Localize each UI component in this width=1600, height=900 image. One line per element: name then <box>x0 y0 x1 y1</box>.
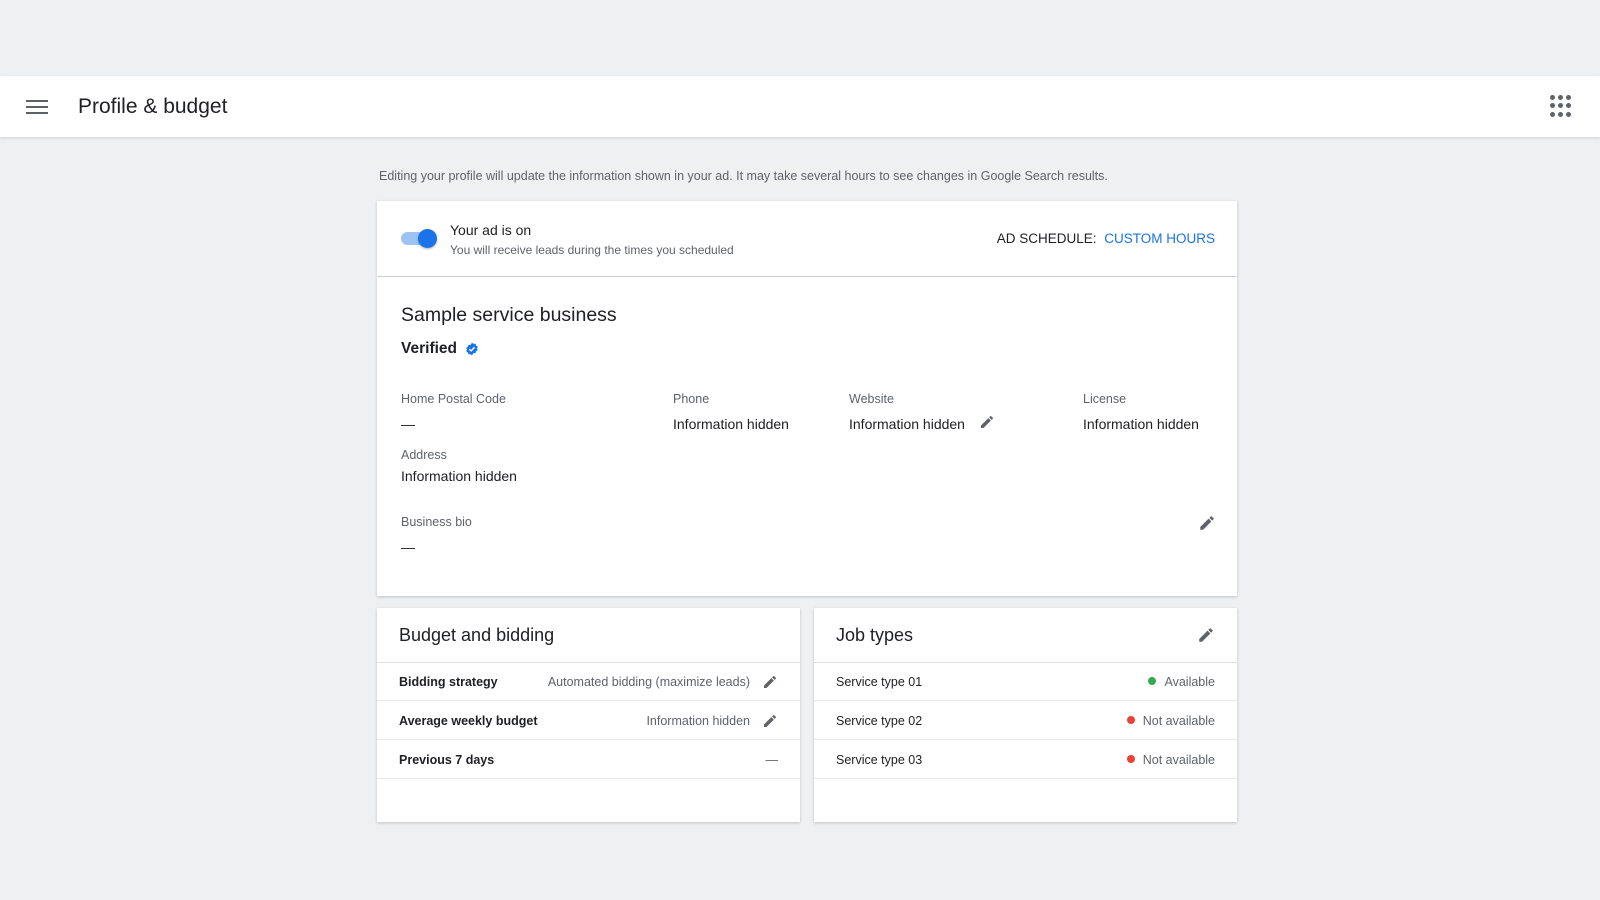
bidding-strategy-row: Bidding strategy Automated bidding (maxi… <box>377 663 800 701</box>
job-type-row: Service type 01 Available <box>814 663 1237 701</box>
verified-badge-icon <box>466 342 478 356</box>
bidding-strategy-value: Automated bidding (maximize leads) <box>547 675 750 689</box>
job-type-label: Service type 03 <box>836 753 923 767</box>
address-label: Address <box>401 448 447 462</box>
website-edit-icon[interactable] <box>979 414 995 430</box>
job-types-edit-icon[interactable] <box>1197 626 1215 644</box>
ad-status-title: Your ad is on <box>450 222 532 238</box>
phone-label: Phone <box>673 392 710 406</box>
ad-status-subtitle: You will receive leads during the times … <box>450 243 734 257</box>
custom-hours-link[interactable]: CUSTOM HOURS <box>1104 231 1215 246</box>
business-bio-field: Business bio — <box>401 515 472 555</box>
license-value: Information hidden <box>1083 416 1199 432</box>
job-type-status-text: Not available <box>1142 714 1215 728</box>
job-types-title: Job types <box>836 625 914 645</box>
address-field: Address Information hidden <box>401 448 517 484</box>
budget-bidding-card: Budget and bidding Bidding strategy Auto… <box>377 608 800 822</box>
bidding-strategy-label: Bidding strategy <box>399 675 498 689</box>
top-app-bar: Profile & budget <box>0 76 1600 137</box>
job-type-status-text: Not available <box>1142 753 1215 767</box>
business-bio-edit-icon[interactable] <box>1198 514 1216 532</box>
phone-value: Information hidden <box>673 416 789 432</box>
ad-toggle-switch[interactable] <box>401 229 437 248</box>
page-title: Profile & budget <box>78 95 228 118</box>
business-bio-label: Business bio <box>401 515 472 529</box>
postal-code-field: Home Postal Code — <box>401 392 506 432</box>
status-dot-icon <box>1126 755 1135 763</box>
hamburger-menu-icon[interactable] <box>23 93 51 121</box>
ad-status-card: Your ad is on You will receive leads dur… <box>377 201 1237 276</box>
postal-code-label: Home Postal Code <box>401 392 506 406</box>
job-type-row: Service type 02 Not available <box>814 702 1237 740</box>
status-dot-icon <box>1148 677 1157 685</box>
weekly-budget-edit-icon[interactable] <box>762 713 778 729</box>
license-label: License <box>1083 392 1127 406</box>
business-bio-value: — <box>401 539 415 555</box>
job-type-status: Not available <box>1126 753 1215 767</box>
job-type-label: Service type 02 <box>836 714 923 728</box>
weekly-budget-row: Average weekly budget Information hidden <box>377 702 800 740</box>
address-value: Information hidden <box>401 468 517 484</box>
postal-code-value: — <box>401 416 415 432</box>
bidding-strategy-edit-icon[interactable] <box>762 674 778 690</box>
previous-7-days-value: — <box>765 753 779 767</box>
business-name: Sample service business <box>401 304 617 326</box>
previous-7-days-label: Previous 7 days <box>399 753 495 767</box>
job-type-status: Not available <box>1126 714 1215 728</box>
job-type-label: Service type 01 <box>836 675 923 689</box>
profile-info-text: Editing your profile will update the inf… <box>379 169 1108 183</box>
status-dot-icon <box>1126 716 1135 724</box>
job-type-status: Available <box>1148 675 1215 689</box>
website-value: Information hidden <box>849 416 965 432</box>
license-field: License Information hidden <box>1083 392 1199 432</box>
budget-card-title: Budget and bidding <box>399 625 555 645</box>
ad-schedule: AD SCHEDULE: CUSTOM HOURS <box>997 231 1215 246</box>
website-field: Website Information hidden <box>849 392 965 432</box>
job-type-status-text: Available <box>1164 675 1215 689</box>
apps-grid-icon[interactable] <box>1550 95 1572 117</box>
business-profile-card: Sample service business Verified Home Po… <box>377 277 1237 596</box>
weekly-budget-label: Average weekly budget <box>399 714 538 728</box>
ad-schedule-label: AD SCHEDULE: <box>996 231 1097 246</box>
previous-7-days-row: Previous 7 days — <box>377 741 800 779</box>
job-type-row: Service type 03 Not available <box>814 741 1237 779</box>
weekly-budget-value: Information hidden <box>646 714 750 728</box>
verified-label: Verified <box>401 340 457 357</box>
phone-field: Phone Information hidden <box>673 392 789 432</box>
website-label: Website <box>849 392 894 406</box>
job-types-card: Job types Service type 01 Available Serv… <box>814 608 1237 822</box>
